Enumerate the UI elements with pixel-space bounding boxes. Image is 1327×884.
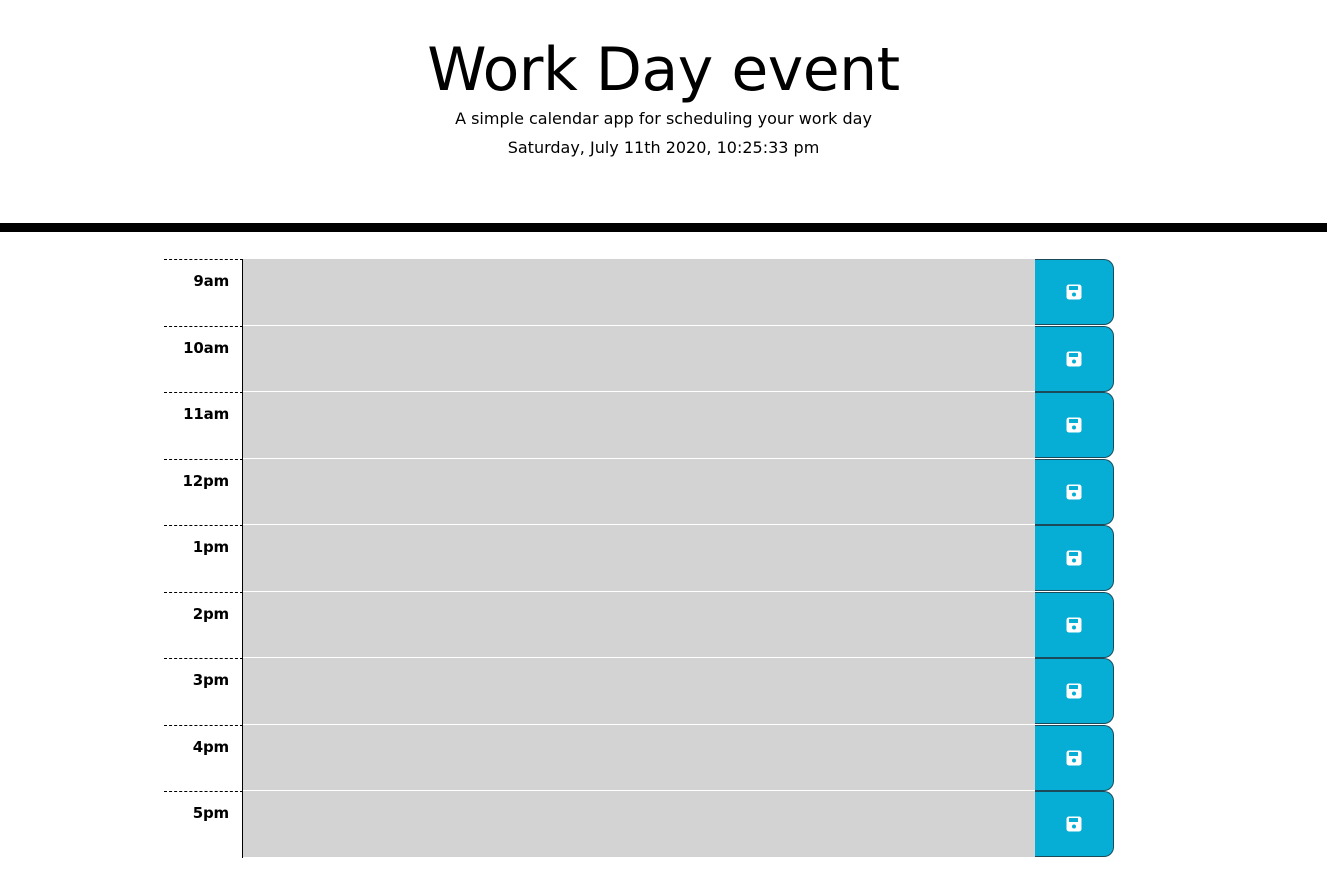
hour-label: 12pm — [164, 458, 243, 525]
event-description-input[interactable] — [243, 525, 1035, 592]
time-block-row: 2pm — [164, 591, 1114, 658]
hour-label: 9am — [164, 259, 243, 326]
hour-label: 3pm — [164, 658, 243, 725]
page-subtitle: A simple calendar app for scheduling you… — [455, 109, 872, 128]
time-block-container: 9am 10am 11am 12pm 1pm 2pm 3pm 4pm 5pm — [164, 259, 1114, 858]
event-description-input[interactable] — [243, 392, 1035, 459]
save-button[interactable] — [1035, 325, 1114, 392]
time-block-row: 5pm — [164, 791, 1114, 858]
hour-label: 10am — [164, 325, 243, 392]
floppy-disk-icon — [1066, 683, 1082, 699]
save-button[interactable] — [1035, 591, 1114, 658]
current-day: Saturday, July 11th 2020, 10:25:33 pm — [507, 138, 820, 157]
event-description-input[interactable] — [243, 325, 1035, 392]
hour-label: 2pm — [164, 591, 243, 658]
save-button[interactable] — [1035, 791, 1114, 857]
time-block-row: 9am — [164, 259, 1114, 326]
hour-label: 11am — [164, 392, 243, 459]
time-block-row: 10am — [164, 325, 1114, 392]
time-block-row: 4pm — [164, 724, 1114, 791]
save-button[interactable] — [1035, 259, 1114, 325]
hour-label: 1pm — [164, 525, 243, 592]
floppy-disk-icon — [1066, 484, 1082, 500]
floppy-disk-icon — [1066, 750, 1082, 766]
save-button[interactable] — [1035, 724, 1114, 791]
event-description-input[interactable] — [243, 791, 1035, 858]
page-title: Work Day event — [427, 35, 900, 105]
time-block-row: 1pm — [164, 525, 1114, 592]
time-block-row: 11am — [164, 392, 1114, 459]
floppy-disk-icon — [1066, 617, 1082, 633]
event-description-input[interactable] — [243, 458, 1035, 525]
save-button[interactable] — [1035, 658, 1114, 724]
floppy-disk-icon — [1066, 417, 1082, 433]
floppy-disk-icon — [1066, 351, 1082, 367]
event-description-input[interactable] — [243, 724, 1035, 791]
event-description-input[interactable] — [243, 658, 1035, 725]
floppy-disk-icon — [1066, 816, 1082, 832]
floppy-disk-icon — [1066, 284, 1082, 300]
time-block-row: 3pm — [164, 658, 1114, 725]
hour-label: 5pm — [164, 791, 243, 858]
event-description-input[interactable] — [243, 259, 1035, 326]
floppy-disk-icon — [1066, 550, 1082, 566]
hour-label: 4pm — [164, 724, 243, 791]
save-button[interactable] — [1035, 525, 1114, 591]
time-block-row: 12pm — [164, 458, 1114, 525]
save-button[interactable] — [1035, 392, 1114, 458]
save-button[interactable] — [1035, 458, 1114, 525]
jumbotron-header: Work Day event A simple calendar app for… — [0, 0, 1327, 232]
event-description-input[interactable] — [243, 591, 1035, 658]
